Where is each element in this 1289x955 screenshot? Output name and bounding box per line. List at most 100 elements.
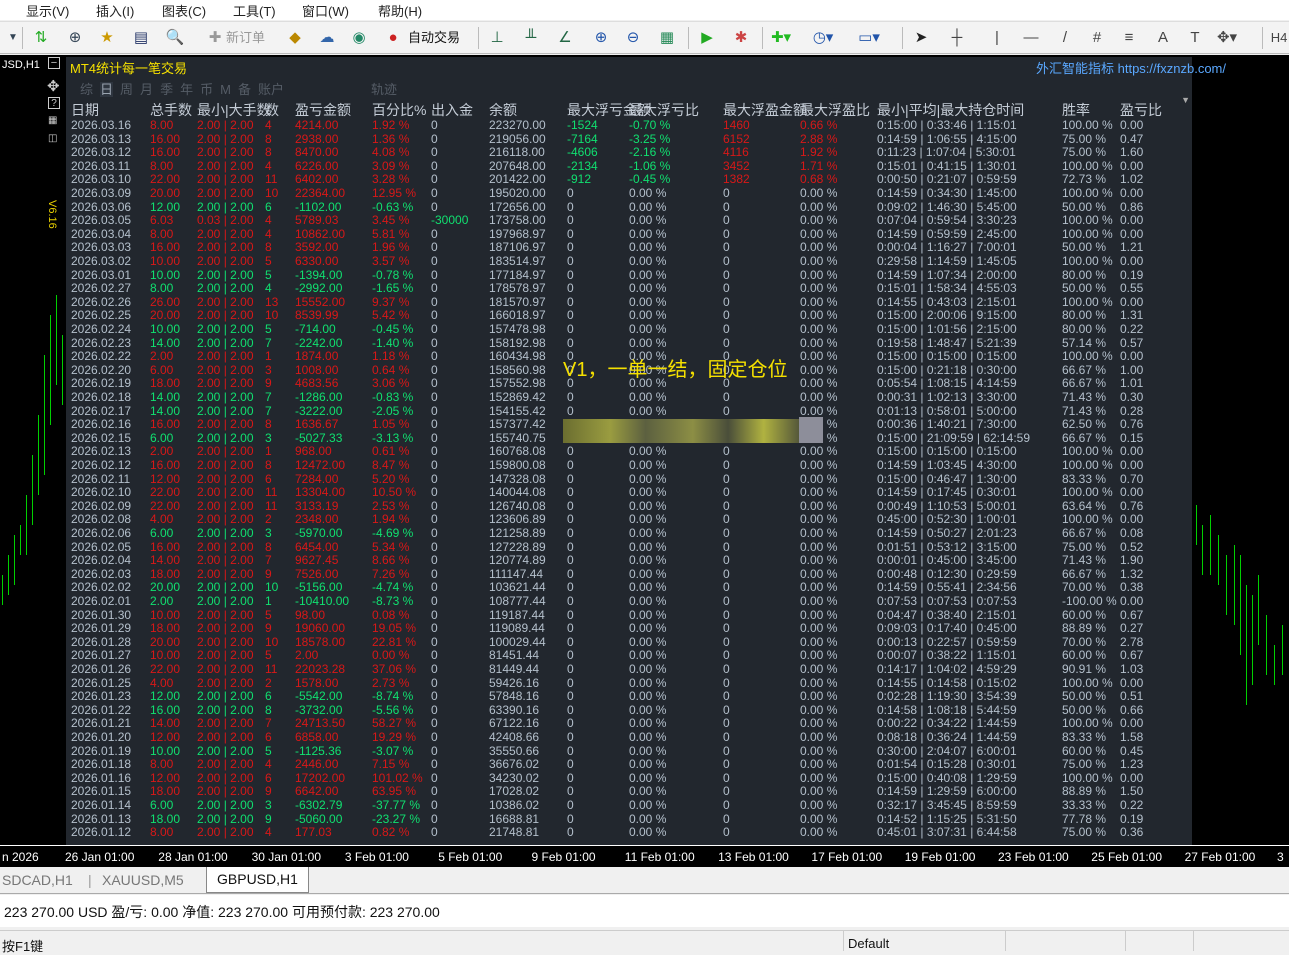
table-row[interactable]: 2026.03.06 12.00 2.00 | 2.00 6 -1102.00 -0.63… [66, 200, 1192, 214]
table-row[interactable]: 2026.01.18 8.00 2.00 | 2.00 4 2446.00 7.15 % 0… [66, 757, 1192, 771]
terminal-icon[interactable]: ☁ [316, 26, 338, 50]
signals-icon[interactable]: ◉ [348, 26, 370, 50]
tab-quarter[interactable]: 季 [160, 82, 173, 97]
period-h4-button[interactable]: H4 [1268, 26, 1289, 50]
new-order-button[interactable]: 新订单 [226, 26, 265, 50]
table-row[interactable]: 2026.01.29 18.00 2.00 | 2.00 9 19060.00 19.05… [66, 621, 1192, 635]
table-row[interactable]: 2026.01.27 10.00 2.00 | 2.00 5 2.00 0.00 % 0 81… [66, 648, 1192, 662]
menu-window[interactable]: 窗口(W) [302, 1, 349, 20]
zoom-in-icon[interactable]: ⊕ [590, 26, 612, 50]
table-row[interactable]: 2026.02.11 12.00 2.00 | 2.00 6 7284.00 5.20 %… [66, 472, 1192, 486]
equidistant-channel-icon[interactable]: # [1086, 26, 1108, 50]
panel-credit-link[interactable]: 外汇智能指标 https://fxznzb.com/ [1036, 58, 1226, 77]
table-row[interactable]: 2026.02.26 26.00 2.00 | 2.00 13 15552.00 9.37… [66, 295, 1192, 309]
tab-currency[interactable]: 币 [200, 82, 213, 97]
table-row[interactable]: 2026.01.21 14.00 2.00 | 2.00 7 24713.50 58.27… [66, 716, 1192, 730]
table-row[interactable]: 2026.01.22 16.00 2.00 | 2.00 8 -3732.00 -5.56… [66, 703, 1192, 717]
crosshair-target-icon[interactable]: ⊕ [64, 26, 86, 50]
table-row[interactable]: 2026.02.06 6.00 2.00 | 2.00 3 -5970.00 -4.69 … [66, 526, 1192, 540]
table-row[interactable]: 2026.03.02 10.00 2.00 | 2.00 5 6330.00 3.57 %… [66, 254, 1192, 268]
cursor-icon[interactable]: ➤ [910, 26, 932, 50]
table-row[interactable]: 2026.02.17 14.00 2.00 | 2.00 7 -3222.00 -2.05… [66, 404, 1192, 418]
table-row[interactable]: 2026.01.15 18.00 2.00 | 2.00 9 6642.00 63.95 … [66, 784, 1192, 798]
table-row[interactable]: 2026.02.01 2.00 2.00 | 2.00 1 -10410.00 -8.73… [66, 594, 1192, 608]
crosshair-icon[interactable]: ┼ [946, 26, 968, 50]
table-row[interactable]: 2026.02.03 18.00 2.00 | 2.00 9 7526.00 7.26 %… [66, 567, 1192, 581]
tab-trace[interactable]: 轨迹 [371, 82, 397, 97]
candlestick-icon[interactable]: ╨ [520, 26, 542, 50]
chart-tab-xauusd[interactable]: XAUUSD,M5 [102, 872, 184, 888]
strategy-tester-icon[interactable]: 🔍 [164, 26, 186, 50]
table-row[interactable]: 2026.03.01 10.00 2.00 | 2.00 5 -1394.00 -0.78… [66, 268, 1192, 282]
table-row[interactable]: 2026.01.16 12.00 2.00 | 2.00 6 17202.00 101.0… [66, 771, 1192, 785]
table-row[interactable]: 2026.01.30 10.00 2.00 | 2.00 5 98.00 0.08 % 0 1… [66, 608, 1192, 622]
tab-day[interactable]: 日 [100, 82, 114, 97]
zoom-out-icon[interactable]: ⊖ [622, 26, 644, 50]
autoscroll-icon[interactable]: ✱ [730, 26, 752, 50]
table-row[interactable]: 2026.03.11 8.00 2.00 | 2.00 4 6226.00 3.09 % 0… [66, 159, 1192, 173]
table-row[interactable]: 2026.02.10 22.00 2.00 | 2.00 11 13304.00 10.5… [66, 485, 1192, 499]
table-row[interactable]: 2026.01.23 12.00 2.00 | 2.00 6 -5542.00 -8.74… [66, 689, 1192, 703]
table-row[interactable]: 2026.03.03 16.00 2.00 | 2.00 8 3592.00 1.96 %… [66, 240, 1192, 254]
menu-tools[interactable]: 工具(T) [233, 1, 276, 20]
help-icon[interactable]: ? [48, 97, 60, 109]
table-row[interactable]: 2026.03.04 8.00 2.00 | 2.00 4 10862.00 5.81 %… [66, 227, 1192, 241]
line-chart-icon[interactable]: ∠ [554, 26, 576, 50]
table-row[interactable]: 2026.02.23 14.00 2.00 | 2.00 7 -2242.00 -1.40… [66, 336, 1192, 350]
new-order-icon[interactable]: ✚ [204, 26, 226, 50]
bar-chart-icon[interactable]: ⊥ [486, 26, 508, 50]
tab-summary[interactable]: 综 [80, 82, 93, 97]
autotrade-icon[interactable]: ● [382, 26, 404, 50]
tab-m[interactable]: M [220, 82, 231, 97]
tab-note[interactable]: 备 [238, 82, 251, 97]
table-icon[interactable]: ▦ [48, 115, 57, 126]
metaeditor-icon[interactable]: ◆ [284, 26, 306, 50]
menu-view[interactable]: 显示(V) [26, 1, 69, 20]
table-row[interactable]: 2026.02.09 22.00 2.00 | 2.00 11 3133.19 2.53 … [66, 499, 1192, 513]
favorites-folder-icon[interactable]: ★ [96, 26, 118, 50]
table-row[interactable]: 2026.02.13 2.00 2.00 | 2.00 1 968.00 0.61 % 0 1… [66, 444, 1192, 458]
table-row[interactable]: 2026.03.10 22.00 2.00 | 2.00 11 6402.00 3.28 … [66, 172, 1192, 186]
table-row[interactable]: 2026.01.19 10.00 2.00 | 2.00 5 -1125.36 -3.07… [66, 744, 1192, 758]
templates-icon[interactable]: ▭▾ [858, 26, 880, 50]
horizontal-line-icon[interactable]: — [1020, 26, 1042, 50]
text-icon[interactable]: A [1152, 26, 1174, 50]
tab-account[interactable]: 账户 [258, 82, 284, 97]
table-row[interactable]: 2026.02.27 8.00 2.00 | 2.00 4 -2992.00 -1.65 … [66, 281, 1192, 295]
table-row[interactable]: 2026.02.04 14.00 2.00 | 2.00 7 9627.45 8.66 %… [66, 553, 1192, 567]
arrows-icon[interactable]: ✥▾ [1216, 26, 1238, 50]
table-row[interactable]: 2026.02.12 16.00 2.00 | 2.00 8 12472.00 8.47 … [66, 458, 1192, 472]
new-chart-icon[interactable]: ⇅ [30, 26, 52, 50]
navigator-icon[interactable]: ▤ [130, 26, 152, 50]
table-row[interactable]: 2026.01.25 4.00 2.00 | 2.00 2 1578.00 2.73 % 0… [66, 676, 1192, 690]
indicators-icon[interactable]: ✚▾ [770, 26, 792, 50]
table-row[interactable]: 2026.03.16 8.00 2.00 | 2.00 4 4214.00 1.92 % 0… [66, 118, 1192, 132]
chart-tab-usdcad[interactable]: SDCAD,H1 [2, 872, 73, 888]
table-row[interactable]: 2026.02.02 20.00 2.00 | 2.00 10 -5156.00 -4.7… [66, 580, 1192, 594]
chart-tab-gbpusd[interactable]: GBPUSD,H1 [206, 867, 309, 893]
tab-week[interactable]: 周 [120, 82, 133, 97]
toolbar-dropdown-icon[interactable]: ▼ [2, 26, 24, 50]
table-row[interactable]: 2026.01.13 18.00 2.00 | 2.00 9 -5060.00 -23.2… [66, 812, 1192, 826]
vertical-line-icon[interactable]: | [986, 26, 1008, 50]
periods-clock-icon[interactable]: ◷▾ [812, 26, 834, 50]
fibonacci-icon[interactable]: ≡ [1118, 26, 1140, 50]
tile-windows-icon[interactable]: ▦ [656, 26, 678, 50]
menu-insert[interactable]: 插入(I) [96, 1, 134, 20]
table-row[interactable]: 2026.02.05 16.00 2.00 | 2.00 8 6454.00 5.34 %… [66, 540, 1192, 554]
chart-shift-icon[interactable]: ▶ [696, 26, 718, 50]
table-row[interactable]: 2026.02.25 20.00 2.00 | 2.00 10 8539.99 5.42 … [66, 308, 1192, 322]
table-row[interactable]: 2026.01.12 8.00 2.00 | 2.00 4 177.03 0.82 % 0 2… [66, 825, 1192, 839]
trendline-icon[interactable]: / [1054, 26, 1076, 50]
text-label-icon[interactable]: T [1184, 26, 1206, 50]
tab-month[interactable]: 月 [140, 82, 153, 97]
table-row[interactable]: 2026.03.12 16.00 2.00 | 2.00 8 8470.00 4.08 %… [66, 145, 1192, 159]
table-row[interactable]: 2026.01.26 22.00 2.00 | 2.00 11 22023.28 37.0… [66, 662, 1192, 676]
menu-charts[interactable]: 图表(C) [162, 1, 206, 20]
scroll-down-icon[interactable]: ▼ [1181, 95, 1190, 105]
menu-help[interactable]: 帮助(H) [378, 1, 422, 20]
table-row[interactable]: 2026.03.05 6.03 0.03 | 2.00 4 5789.03 3.45 % -… [66, 213, 1192, 227]
table-row[interactable]: 2026.01.14 6.00 2.00 | 2.00 3 -6302.79 -37.77… [66, 798, 1192, 812]
table-row[interactable]: 2026.02.18 14.00 2.00 | 2.00 7 -1286.00 -0.83… [66, 390, 1192, 404]
table-row[interactable]: 2026.01.28 20.00 2.00 | 2.00 10 18578.00 22.8… [66, 635, 1192, 649]
